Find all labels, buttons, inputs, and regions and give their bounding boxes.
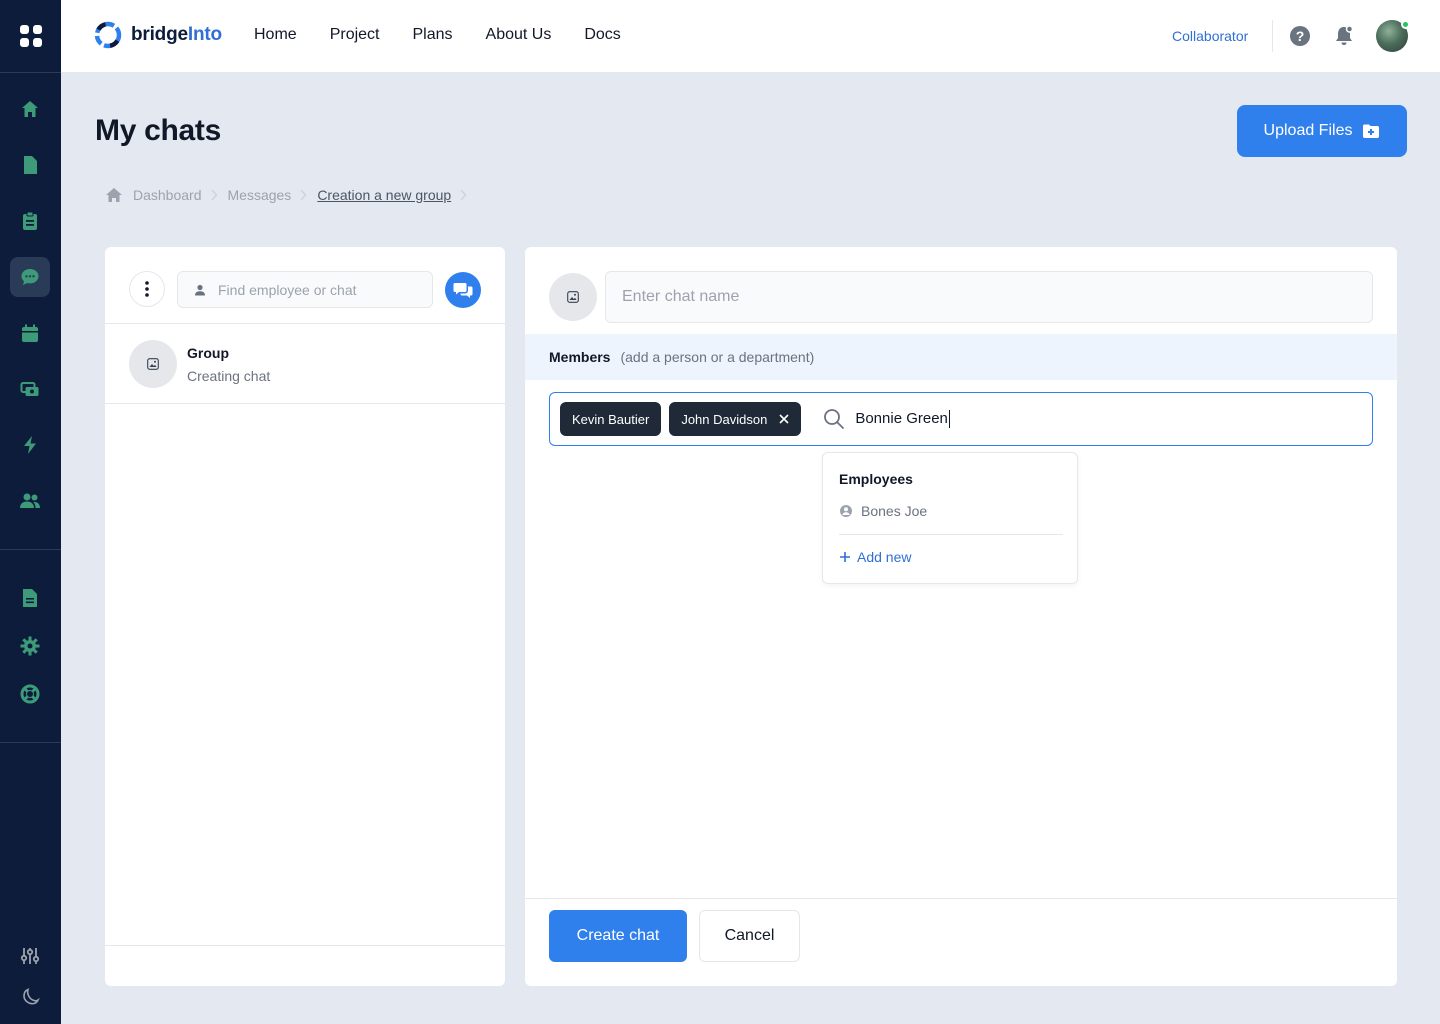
main-nav: Home Project Plans About Us Docs xyxy=(254,26,621,44)
new-chat-button[interactable] xyxy=(445,272,481,308)
home-icon[interactable] xyxy=(10,89,50,129)
find-employee-search[interactable] xyxy=(177,271,433,308)
clipboard-icon[interactable] xyxy=(10,201,50,241)
chat-name-input[interactable] xyxy=(605,271,1373,323)
cash-icon[interactable] xyxy=(10,369,50,409)
nav-docs[interactable]: Docs xyxy=(584,26,620,44)
member-chip[interactable]: John Davidson xyxy=(669,402,802,436)
member-chip-label: John Davidson xyxy=(681,411,768,427)
calendar-icon[interactable] xyxy=(10,313,50,353)
brand-ring-icon xyxy=(94,21,122,49)
online-status-dot xyxy=(1401,20,1410,29)
sidebar xyxy=(0,0,61,1024)
member-search[interactable]: Bonnie Green xyxy=(823,408,950,430)
members-hint: (add a person or a department) xyxy=(620,349,815,365)
breadcrumb: Dashboard Messages Creation a new group xyxy=(105,187,477,203)
member-suggestions-dropdown: Employees Bones Joe Add new xyxy=(822,452,1078,584)
nav-home[interactable]: Home xyxy=(254,26,297,44)
text-caret xyxy=(948,410,950,429)
nav-about-us[interactable]: About Us xyxy=(486,26,552,44)
topbar-divider xyxy=(1272,20,1273,52)
members-label: Members xyxy=(549,349,611,365)
dropdown-section-title: Employees xyxy=(839,471,913,487)
breadcrumb-dashboard[interactable]: Dashboard xyxy=(105,187,202,203)
user-icon xyxy=(195,284,205,295)
chat-icon[interactable] xyxy=(10,257,50,297)
chat-list-item[interactable]: Group Creating chat xyxy=(105,324,505,404)
bell-icon[interactable] xyxy=(1333,25,1355,47)
member-chip[interactable]: Kevin Bautier xyxy=(560,402,662,436)
brand-logo[interactable]: bridgeInto xyxy=(93,20,222,50)
chevron-right-icon xyxy=(300,189,307,201)
brand-name-accent: Into xyxy=(187,24,222,45)
file-text-icon[interactable] xyxy=(10,578,50,618)
upload-files-button[interactable]: Upload Files xyxy=(1237,105,1407,157)
users-icon[interactable] xyxy=(10,481,50,521)
dropdown-divider xyxy=(839,534,1063,535)
chat-photo-picker[interactable] xyxy=(549,273,597,321)
image-icon xyxy=(567,291,579,303)
chat-bubbles-icon xyxy=(453,283,473,298)
plus-icon xyxy=(840,552,850,562)
settings-icon[interactable] xyxy=(10,626,50,666)
sliders-icon[interactable] xyxy=(10,936,50,976)
moon-icon[interactable] xyxy=(10,977,50,1017)
nav-plans[interactable]: Plans xyxy=(412,26,452,44)
nav-project[interactable]: Project xyxy=(330,26,380,44)
new-group-panel: Members (add a person or a department) K… xyxy=(525,247,1397,986)
close-icon[interactable] xyxy=(779,414,789,424)
upload-files-label: Upload Files xyxy=(1263,122,1353,139)
breadcrumb-label: Dashboard xyxy=(133,187,202,203)
add-new-member-button[interactable]: Add new xyxy=(839,549,911,565)
support-icon[interactable] xyxy=(10,674,50,714)
folder-plus-icon xyxy=(1363,124,1380,138)
more-options-button[interactable] xyxy=(129,271,165,307)
members-header: Members (add a person or a department) xyxy=(525,334,1397,380)
cancel-button[interactable]: Cancel xyxy=(699,910,800,962)
app-grid-icon[interactable] xyxy=(0,0,61,73)
image-icon xyxy=(147,358,159,370)
document-icon[interactable] xyxy=(10,145,50,185)
chevron-right-icon xyxy=(460,189,467,201)
search-icon xyxy=(824,409,845,429)
lightning-icon[interactable] xyxy=(10,425,50,465)
sidebar-divider xyxy=(0,549,61,550)
chat-list-footer-divider xyxy=(105,945,505,946)
dropdown-employee-name: Bones Joe xyxy=(861,503,928,519)
page-title: My chats xyxy=(95,114,221,147)
members-input[interactable]: Kevin Bautier John Davidson Bonnie Green xyxy=(549,392,1373,446)
kebab-icon xyxy=(145,281,149,297)
dropdown-employee-option[interactable]: Bones Joe xyxy=(839,503,927,519)
home-icon xyxy=(106,188,122,202)
chevron-right-icon xyxy=(210,189,218,201)
chat-list-panel: Group Creating chat xyxy=(105,247,505,986)
breadcrumb-current[interactable]: Creation a new group xyxy=(317,187,451,203)
find-employee-input[interactable] xyxy=(218,281,418,298)
member-search-value: Bonnie Green xyxy=(855,409,948,427)
chat-status: Creating chat xyxy=(187,368,271,384)
help-icon[interactable]: ? xyxy=(1289,25,1311,47)
member-chip-label: Kevin Bautier xyxy=(572,411,650,427)
add-new-label: Add new xyxy=(857,549,912,565)
footer-divider xyxy=(525,898,1397,899)
group-avatar xyxy=(129,340,177,388)
user-circle-icon xyxy=(840,505,852,517)
chat-name: Group xyxy=(187,345,229,361)
create-chat-button[interactable]: Create chat xyxy=(549,910,687,962)
brand-name: bridge xyxy=(131,24,188,45)
breadcrumb-messages[interactable]: Messages xyxy=(228,187,292,203)
sidebar-divider xyxy=(0,742,61,743)
chat-list-header xyxy=(105,247,505,324)
svg-text:?: ? xyxy=(1296,28,1305,44)
role-link[interactable]: Collaborator xyxy=(1172,28,1248,44)
top-bar: bridgeInto Home Project Plans About Us D… xyxy=(61,0,1440,73)
